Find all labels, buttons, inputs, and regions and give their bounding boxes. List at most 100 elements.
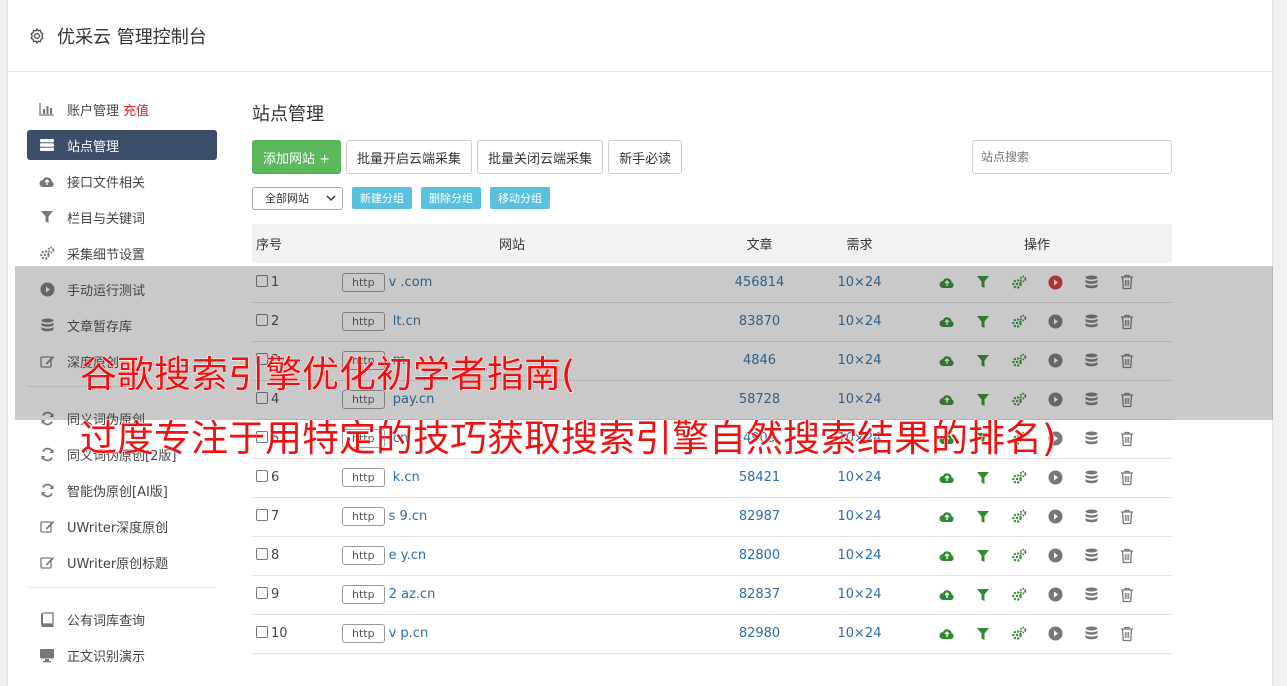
filter-icon[interactable] bbox=[974, 547, 992, 565]
add-site-button[interactable]: 添加网站 + bbox=[252, 140, 342, 174]
database-icon[interactable] bbox=[1082, 508, 1100, 526]
sidebar-item[interactable]: UWriter深度原创 bbox=[27, 511, 217, 541]
play-icon[interactable] bbox=[1046, 586, 1064, 604]
articles-cell: 82987 bbox=[702, 497, 817, 536]
site-domain-link[interactable]: v p.cn bbox=[389, 626, 429, 641]
demand-link[interactable]: 10×24 bbox=[838, 587, 882, 602]
cloud-upload-icon[interactable] bbox=[938, 586, 956, 604]
row-checkbox[interactable] bbox=[256, 470, 268, 482]
database-icon[interactable] bbox=[1082, 586, 1100, 604]
trash-icon[interactable] bbox=[1118, 547, 1136, 565]
refresh-icon bbox=[39, 446, 55, 462]
articles-cell: 82800 bbox=[702, 536, 817, 575]
bar-chart-icon bbox=[39, 101, 55, 117]
delete-group-button[interactable]: 删除分组 bbox=[421, 187, 481, 209]
actions-cell bbox=[902, 536, 1172, 575]
articles-cell: 82837 bbox=[702, 575, 817, 614]
site-cell: http s 9.cn bbox=[322, 497, 702, 536]
site-domain-link[interactable]: s 9.cn bbox=[389, 509, 428, 524]
row-actions bbox=[902, 547, 1172, 565]
row-checkbox[interactable] bbox=[256, 626, 268, 638]
filter-icon[interactable] bbox=[974, 586, 992, 604]
article-count-link[interactable]: 82837 bbox=[739, 587, 780, 602]
col-site: 网站 bbox=[498, 238, 525, 253]
article-count-link[interactable]: 58421 bbox=[739, 470, 780, 485]
row-checkbox[interactable] bbox=[256, 509, 268, 521]
cloud-upload-icon bbox=[39, 173, 55, 189]
sidebar-item[interactable]: 接口文件相关 bbox=[27, 166, 217, 196]
trash-icon[interactable] bbox=[1118, 586, 1136, 604]
table-row: 6 http k.cn 58421 10×24 bbox=[252, 458, 1172, 497]
sidebar-item[interactable]: 智能伪原创[AI版] bbox=[27, 475, 217, 505]
recharge-link[interactable]: 充值 bbox=[123, 100, 149, 119]
article-count-link[interactable]: 82987 bbox=[739, 509, 780, 524]
group-select[interactable]: 全部网站 bbox=[252, 186, 343, 210]
row-number: 10 bbox=[271, 626, 288, 641]
trash-icon[interactable] bbox=[1118, 508, 1136, 526]
demand-link[interactable]: 10×24 bbox=[838, 548, 882, 563]
play-icon[interactable] bbox=[1046, 508, 1064, 526]
trash-icon[interactable] bbox=[1118, 625, 1136, 643]
move-group-button[interactable]: 移动分组 bbox=[490, 187, 550, 209]
article-count-link[interactable]: 82980 bbox=[739, 626, 780, 641]
cloud-upload-icon[interactable] bbox=[938, 625, 956, 643]
article-count-link[interactable]: 82800 bbox=[739, 548, 780, 563]
database-icon[interactable] bbox=[1082, 547, 1100, 565]
batch-close-button[interactable]: 批量关闭云端采集 bbox=[477, 140, 604, 174]
demand-link[interactable]: 10×24 bbox=[838, 470, 882, 485]
toolbar: 添加网站 + 批量开启云端采集 批量关闭云端采集 新手必读 bbox=[252, 140, 1172, 174]
cloud-upload-icon[interactable] bbox=[938, 469, 956, 487]
sidebar-item[interactable]: UWriter原创标题 bbox=[27, 547, 217, 577]
gears-icon[interactable] bbox=[1010, 508, 1028, 526]
sidebar-divider bbox=[27, 587, 217, 588]
database-icon[interactable] bbox=[1082, 625, 1100, 643]
sidebar-item[interactable]: 栏目与关键词 bbox=[27, 202, 217, 232]
sidebar-item-label: 正文识别演示 bbox=[67, 649, 146, 665]
database-icon[interactable] bbox=[1082, 430, 1100, 448]
gears-icon[interactable] bbox=[1010, 586, 1028, 604]
protocol-badge[interactable]: http bbox=[342, 546, 385, 565]
site-domain-link[interactable]: e y.cn bbox=[389, 548, 427, 563]
protocol-badge[interactable]: http bbox=[342, 507, 385, 526]
gears-icon[interactable] bbox=[1010, 469, 1028, 487]
sidebar-item[interactable]: 正文识别演示 bbox=[27, 640, 217, 670]
demand-link[interactable]: 10×24 bbox=[838, 626, 882, 641]
sidebar-item[interactable]: 采集细节设置 bbox=[27, 238, 217, 268]
batch-open-button[interactable]: 批量开启云端采集 bbox=[346, 140, 473, 174]
cloud-upload-icon[interactable] bbox=[938, 547, 956, 565]
play-icon[interactable] bbox=[1046, 625, 1064, 643]
cloud-upload-icon[interactable] bbox=[938, 508, 956, 526]
sidebar-item[interactable]: 账户管理 充值 bbox=[27, 94, 217, 124]
demand-cell: 10×24 bbox=[817, 536, 902, 575]
demand-link[interactable]: 10×24 bbox=[838, 509, 882, 524]
protocol-badge[interactable]: http bbox=[342, 468, 385, 487]
guide-button[interactable]: 新手必读 bbox=[608, 140, 683, 174]
row-checkbox[interactable] bbox=[256, 548, 268, 560]
protocol-badge[interactable]: http bbox=[342, 624, 385, 643]
site-domain-link[interactable]: 2 az.cn bbox=[389, 587, 436, 602]
demand-cell: 10×24 bbox=[817, 575, 902, 614]
col-num: 序号 bbox=[256, 238, 283, 253]
sidebar-item-label: 智能伪原创[AI版] bbox=[67, 484, 168, 500]
gears-icon[interactable] bbox=[1010, 625, 1028, 643]
site-domain-link[interactable]: k.cn bbox=[389, 470, 420, 485]
play-icon[interactable] bbox=[1046, 469, 1064, 487]
filter-icon[interactable] bbox=[974, 469, 992, 487]
trash-icon[interactable] bbox=[1118, 469, 1136, 487]
row-checkbox[interactable] bbox=[256, 587, 268, 599]
sidebar-item[interactable]: 站点管理 bbox=[27, 130, 217, 160]
filter-icon bbox=[39, 209, 55, 225]
monitor-icon bbox=[39, 647, 55, 663]
protocol-badge[interactable]: http bbox=[342, 585, 385, 604]
site-search-input[interactable] bbox=[972, 140, 1172, 174]
new-group-button[interactable]: 新建分组 bbox=[352, 187, 412, 209]
trash-icon[interactable] bbox=[1118, 430, 1136, 448]
sidebar-item[interactable]: 公有词库查询 bbox=[27, 604, 217, 634]
row-number-cell: 8 bbox=[252, 536, 322, 575]
database-icon[interactable] bbox=[1082, 469, 1100, 487]
play-icon[interactable] bbox=[1046, 547, 1064, 565]
filter-icon[interactable] bbox=[974, 625, 992, 643]
sidebar-item-label: 站点管理 bbox=[67, 139, 120, 155]
filter-icon[interactable] bbox=[974, 508, 992, 526]
gears-icon[interactable] bbox=[1010, 547, 1028, 565]
